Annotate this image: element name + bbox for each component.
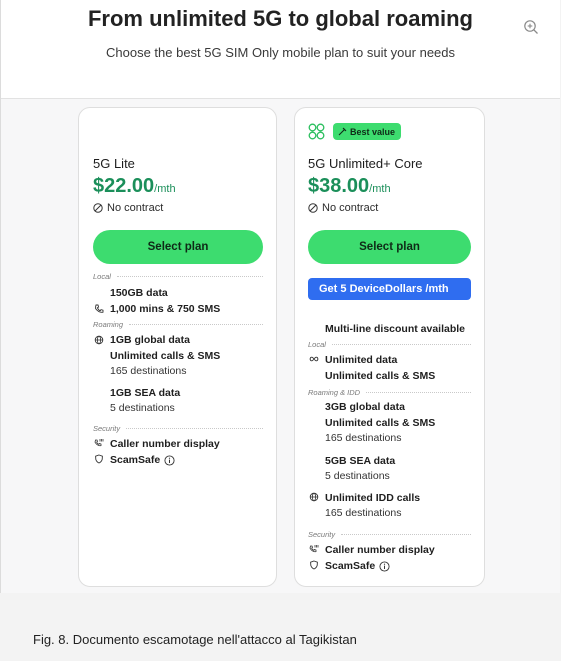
info-icon[interactable]	[379, 561, 390, 572]
feature-destinations: 165 destinations	[110, 365, 187, 377]
price-period: /mth	[154, 183, 176, 195]
price-period: /mth	[369, 183, 391, 195]
contract-info: No contract	[308, 202, 378, 214]
page-title: From unlimited 5G to global roaming	[87, 6, 473, 31]
shield-icon	[95, 454, 103, 464]
sparkle-icon	[338, 127, 347, 136]
feature-caller-display: Caller number display	[325, 544, 435, 556]
section-label: Roaming	[93, 320, 124, 329]
feature-sea-data: 1GB SEA data	[110, 387, 181, 399]
globe-icon	[94, 335, 104, 345]
scamsafe-label: ScamSafe	[110, 454, 161, 466]
section-label: Local	[93, 272, 111, 281]
infinity-icon	[309, 356, 319, 362]
feature-roaming-calls: Unlimited calls & SMS	[325, 417, 436, 429]
shield-icon	[310, 560, 318, 570]
feature-roaming-calls: Unlimited calls & SMS	[110, 350, 221, 362]
header: From unlimited 5G to global roaming Choo…	[1, 0, 560, 99]
feature-global-data: 3GB global data	[325, 401, 405, 413]
scamsafe-label: ScamSafe	[325, 560, 376, 572]
feature-sea-destinations: 5 destinations	[110, 402, 175, 414]
select-plan-button[interactable]: Select plan	[308, 230, 471, 264]
feature-global-data: 1GB global data	[110, 334, 190, 346]
plan-name: 5G Unlimited+ Core	[308, 156, 423, 171]
no-contract-icon	[93, 203, 103, 213]
section-roaming: Roaming	[93, 320, 263, 329]
feature-local-calls: Unlimited calls & SMS	[325, 370, 436, 382]
contract-info: No contract	[93, 202, 163, 214]
feature-scamsafe: ScamSafe	[110, 453, 175, 468]
section-label: Roaming & IDD	[308, 388, 361, 397]
no-contract-icon	[308, 203, 318, 213]
feature-destinations: 165 destinations	[325, 432, 402, 444]
plan-card-5g-lite: 5G Lite $22.00/mth No contract Select pl…	[78, 107, 277, 587]
feature-scamsafe: ScamSafe	[325, 559, 390, 574]
globe-icon	[309, 492, 319, 502]
caller-id-icon	[94, 439, 104, 447]
info-icon[interactable]	[164, 455, 175, 466]
section-label: Security	[308, 530, 336, 539]
select-plan-button[interactable]: Select plan	[93, 230, 263, 264]
plans-panel: From unlimited 5G to global roaming Choo…	[0, 0, 560, 593]
price-amount: $22.00	[93, 175, 155, 197]
feature-caller-display: Caller number display	[110, 438, 220, 450]
feature-idd-calls: Unlimited IDD calls	[325, 492, 421, 504]
feature-sea-destinations: 5 destinations	[325, 470, 390, 482]
feature-unlimited-data: Unlimited data	[325, 354, 398, 366]
contract-label: No contract	[107, 202, 164, 214]
plan-price: $38.00/mth	[308, 175, 391, 198]
section-local: Local	[308, 340, 471, 349]
section-security: Security	[308, 530, 471, 539]
feature-mins-sms: 1,000 mins & 750 SMS	[110, 303, 221, 315]
badge-label: Best value	[350, 126, 396, 137]
page-subtitle: Choose the best 5G SIM Only mobile plan …	[105, 45, 456, 60]
plan-name: 5G Lite	[93, 156, 135, 171]
zoom-in-icon[interactable]	[523, 19, 539, 35]
multi-line-discount: Multi-line discount available	[325, 323, 466, 335]
contract-label: No contract	[322, 202, 379, 214]
section-label: Security	[93, 424, 121, 433]
devicedollars-promo-button[interactable]: Get 5 DeviceDollars /mth	[308, 278, 471, 300]
section-security: Security	[93, 424, 263, 433]
section-local: Local	[93, 272, 263, 281]
figure-caption: Fig. 8. Documento escamotage nell'attacc…	[33, 632, 357, 647]
5g-logo-icon	[308, 123, 325, 140]
section-roaming-idd: Roaming & IDD	[308, 388, 471, 397]
price-amount: $38.00	[308, 175, 370, 197]
phone-icon	[95, 304, 104, 313]
plan-card-5g-unlimited-core: Best value 5G Unlimited+ Core $38.00/mth…	[294, 107, 485, 587]
section-label: Local	[308, 340, 326, 349]
feature-sea-data: 5GB SEA data	[325, 455, 396, 467]
feature-data: 150GB data	[110, 287, 168, 299]
plan-price: $22.00/mth	[93, 175, 176, 198]
caller-id-icon	[309, 545, 319, 553]
best-value-badge: Best value	[333, 123, 402, 140]
feature-idd-destinations: 165 destinations	[325, 507, 402, 519]
